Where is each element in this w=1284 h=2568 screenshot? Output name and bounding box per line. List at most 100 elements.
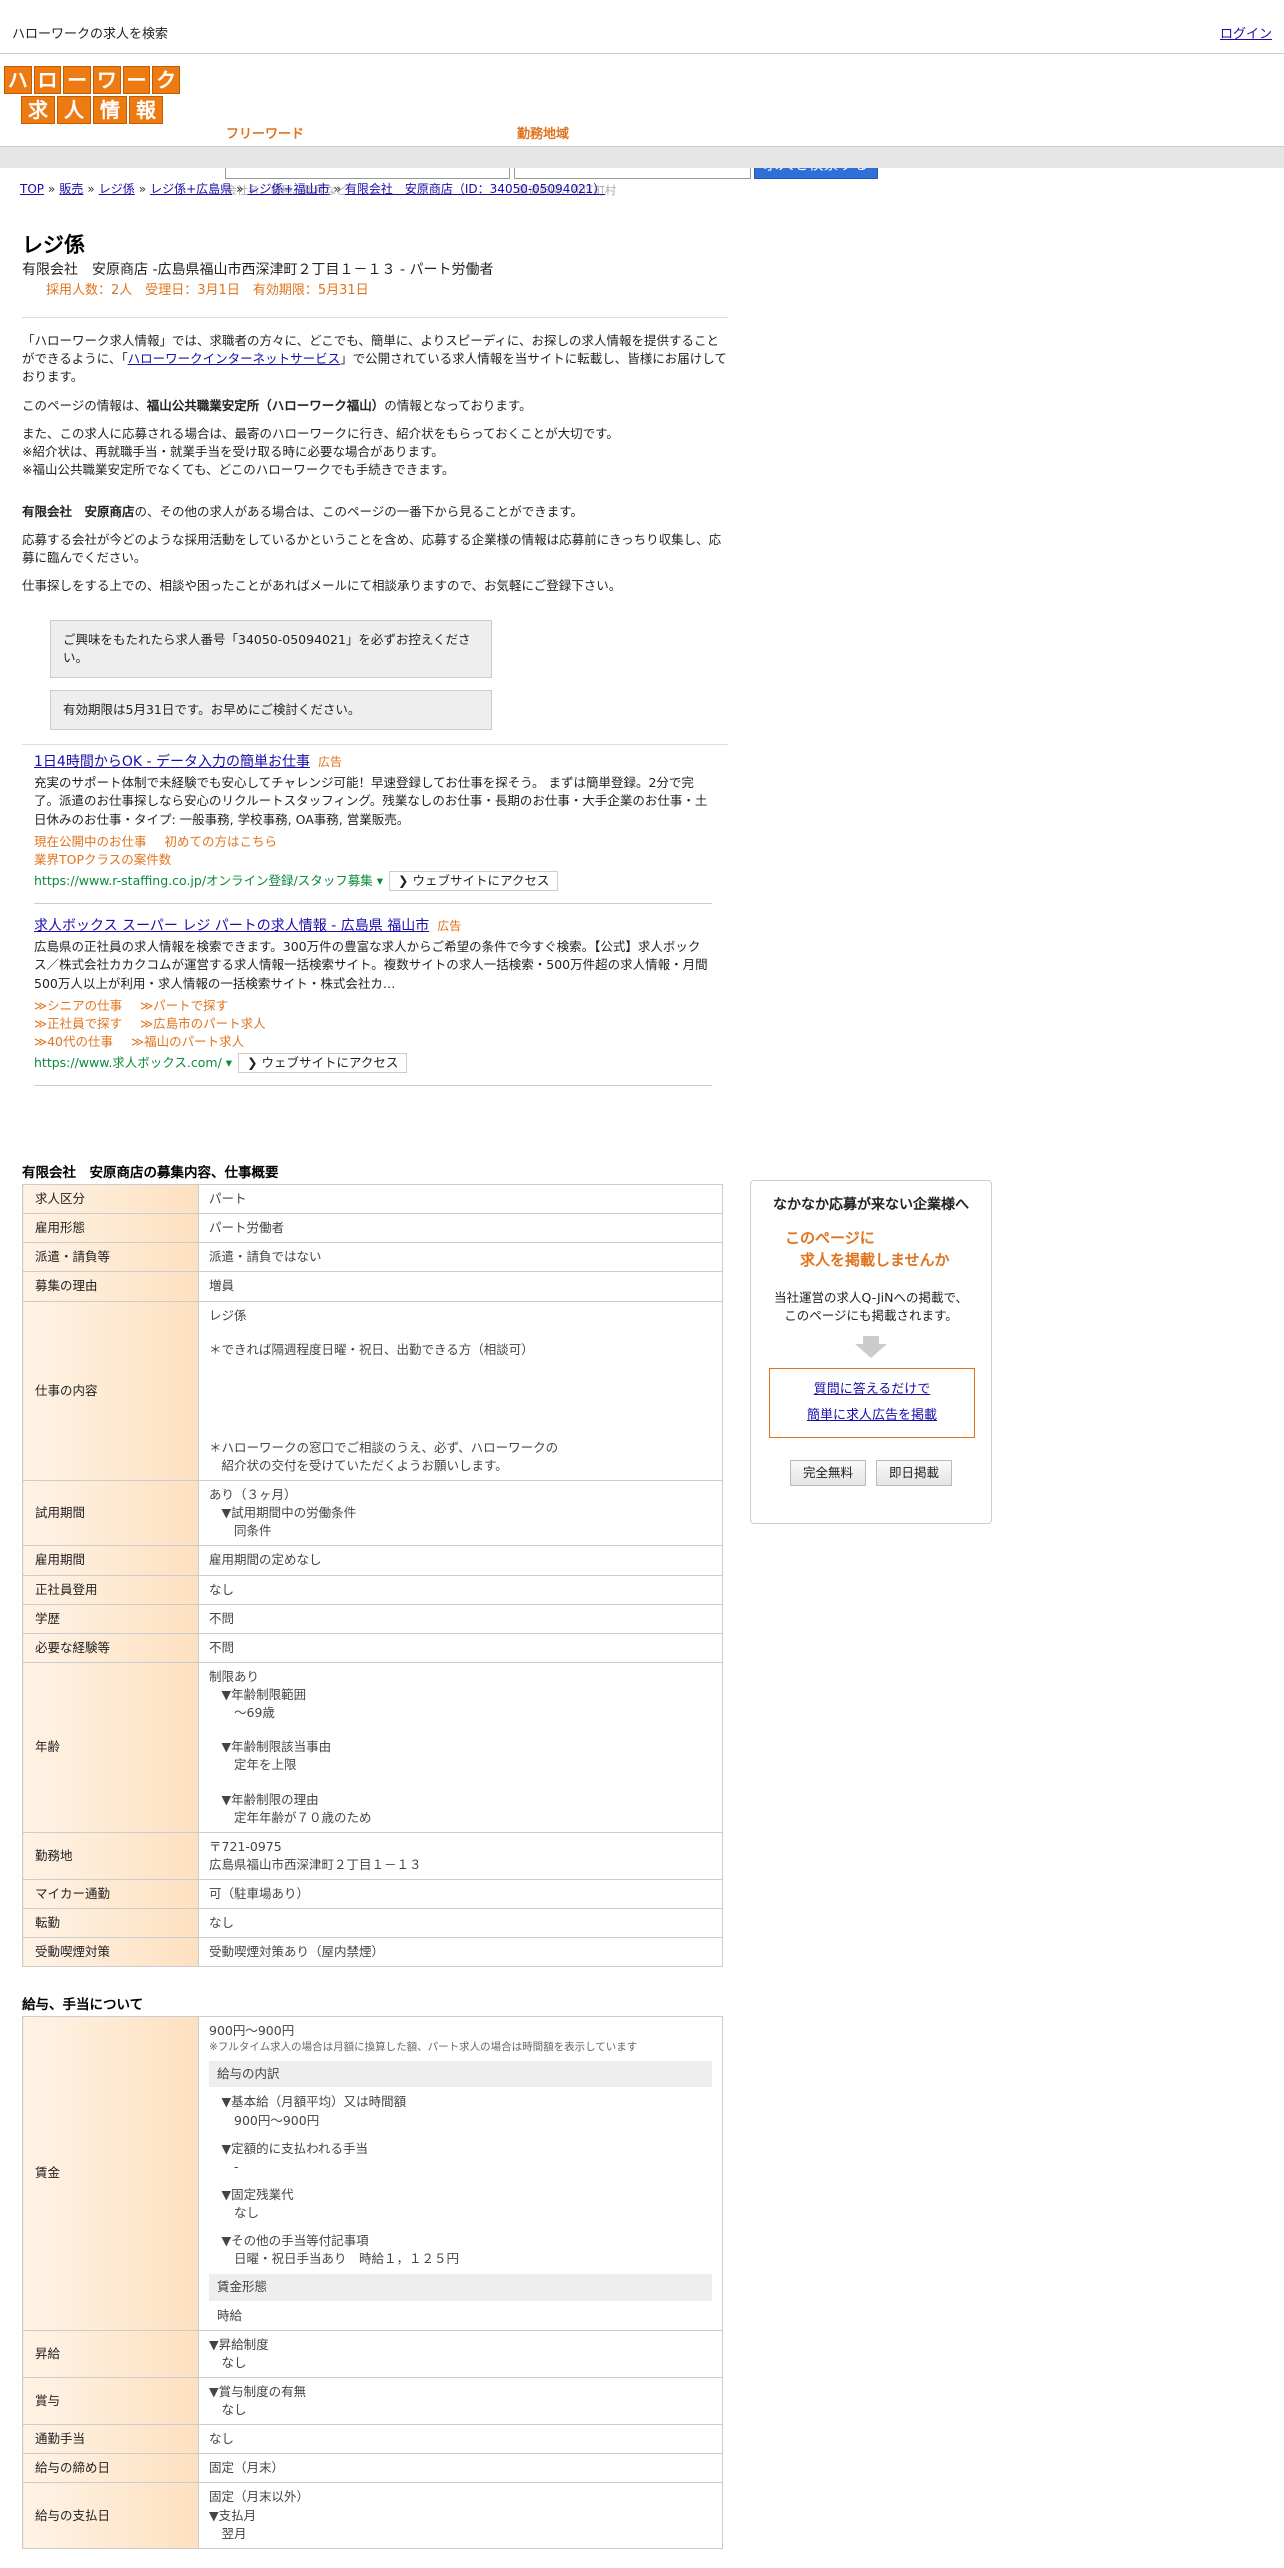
value-line: 〜69歳	[209, 1705, 275, 1721]
job-overview-table: 求人区分 パート 雇用形態 パート労働者 派遣・請負等 派遣・請負ではない 募集の理由 増員仕…	[22, 1183, 723, 1968]
ad-sublink[interactable]: ≫広島市のパート求人	[140, 1016, 266, 1031]
value-line: ▼支払月	[209, 2507, 257, 2523]
value-line: なし	[209, 2402, 247, 2418]
research-paragraph: 応募する会社が今どのような採用活動をしているかということを含め、応募する企業様の…	[22, 532, 722, 566]
value-line: 増員	[209, 1278, 235, 1294]
table-row: 正社員登用 なし	[22, 1574, 723, 1605]
row-value: パート労働者	[198, 1213, 723, 1244]
table-row: 雇用期間 雇用期間の定めなし	[22, 1545, 723, 1576]
row-header: 求人区分	[22, 1183, 199, 1215]
wage-line: ▼その他の手当等付記事項	[209, 2233, 369, 2249]
breadcrumb-link[interactable]: レジ係	[99, 182, 135, 196]
wage-line	[209, 2176, 712, 2186]
same-day-badge-button[interactable]: 即日掲載	[876, 1459, 953, 1486]
breadcrumb-link[interactable]: 有限会社 安原商店（ID：34050-05094021）	[345, 182, 605, 196]
value-line	[209, 1423, 712, 1439]
value-line: 翌月	[209, 2525, 247, 2541]
ad-url[interactable]: https://www.求人ボックス.com/ ▾	[34, 1055, 232, 1070]
ad-badge: 広告	[317, 755, 342, 769]
ad-sublink[interactable]: ≫福山のパート求人	[131, 1034, 244, 1049]
value-line: 広島県福山市西深津町２丁目１－１３	[209, 1856, 422, 1872]
breadcrumb-link[interactable]: 販売	[59, 182, 83, 196]
ad-sublink[interactable]: 現在公開中のお仕事	[34, 834, 147, 849]
login-link[interactable]: ログイン	[1220, 26, 1272, 45]
main-content: レジ係 有限会社 安原商店 -広島県福山市西深津町２丁目１－１３ - パート労働…	[22, 232, 728, 745]
row-value: 制限あり ▼年齢制限範囲 〜69歳 ▼年齢制限該当事由 定年を上限 ▼年齢制限の…	[198, 1661, 723, 1833]
wage-amount: 900円〜900円	[209, 2023, 295, 2038]
ad-title-line: 1日4時間からOK - データ入力の簡単お仕事 広告	[34, 752, 712, 772]
ad-sublink-row: 業界TOPクラスの案件数	[34, 851, 712, 869]
row-value: 受動喫煙対策あり（屋内禁煙）	[198, 1937, 723, 1968]
row-value: パート	[198, 1183, 723, 1215]
value-line: ▼年齢制限の理由	[209, 1791, 319, 1807]
breadcrumb-link[interactable]: レジ係+広島県	[150, 182, 232, 196]
sidebar-link-post[interactable]: 簡単に求人広告を掲載	[807, 1408, 937, 1423]
ad-url[interactable]: https://www.r-staffing.co.jp/オンライン登録/スタッ…	[34, 873, 383, 888]
ad-sublink[interactable]: 業界TOPクラスの案件数	[34, 852, 171, 867]
wage-note: ※フルタイム求人の場合は月額に換算した額、パート求人の場合は時間額を表示していま…	[209, 2041, 638, 2054]
wage-line: ▼基本給（月額平均）又は時間額	[209, 2094, 407, 2110]
row-value: あり（３ヶ月） ▼試用期間中の労働条件 同条件	[198, 1479, 723, 1547]
value-line: なし	[209, 2431, 235, 2447]
row-value: 増員	[198, 1271, 723, 1302]
value-line	[209, 1359, 712, 1375]
value-line: ▼試用期間中の労働条件	[209, 1505, 357, 1521]
job-number-notice: ご興味をもたれたら求人番号「34050-05094021」を必ずお控えください。	[50, 619, 492, 678]
ad-sublink[interactable]: 初めての方はこちら	[165, 834, 278, 849]
value-line: 不問	[209, 1639, 235, 1655]
table-row: 試用期間 あり（３ヶ月） ▼試用期間中の労働条件 同条件	[22, 1479, 723, 1547]
free-badge-button[interactable]: 完全無料	[789, 1459, 866, 1486]
breadcrumb-link[interactable]: レジ係+福山市	[247, 182, 329, 196]
table-row: 年齢 制限あり ▼年齢制限範囲 〜69歳 ▼年齢制限該当事由 定年を上限 ▼年齢制…	[22, 1661, 723, 1833]
site-title: ハローワークの求人を検索	[12, 27, 169, 42]
visit-website-button[interactable]: ❯ ウェブサイトにアクセス	[389, 870, 559, 892]
logo-char: 情	[93, 96, 127, 124]
hellowork-internet-link[interactable]: ハローワークインターネットサービス	[128, 351, 341, 366]
value-line: あり（３ヶ月）	[209, 1487, 297, 1502]
ad-sublink[interactable]: ≫40代の仕事	[34, 1034, 113, 1049]
table-row: 転勤 なし	[22, 1908, 723, 1939]
logo-char: 求	[21, 96, 55, 124]
breadcrumb-separator: »	[333, 182, 341, 196]
row-header: 給与の支払日	[22, 2482, 199, 2549]
value-line: 雇用期間の定めなし	[209, 1552, 322, 1568]
table-row: 必要な経験等 不問	[22, 1632, 723, 1663]
hellowork-logo[interactable]: ハローワーク 求人情報	[3, 66, 181, 124]
row-value: 派遣・請負ではない	[198, 1242, 723, 1273]
row-header: 昇給	[22, 2329, 199, 2378]
row-header: 受動喫煙対策	[22, 1937, 199, 1968]
row-header: 雇用形態	[22, 1213, 199, 1244]
table-row: マイカー通勤 可（駐車場あり）	[22, 1878, 723, 1910]
row-header: 年齢	[22, 1661, 199, 1833]
value-line: 固定（月末以外）	[209, 2489, 310, 2505]
area-label: 勤務地域	[517, 127, 570, 142]
ad-sublink[interactable]: ≫パートで探す	[140, 998, 228, 1013]
ad-title-link[interactable]: 求人ボックス スーパー レジ パートの求人情報 - 広島県 福山市	[34, 918, 429, 934]
wage-line: 900円〜900円	[209, 2112, 320, 2128]
ad-sublink[interactable]: ≫正社員で探す	[34, 1016, 122, 1031]
row-header: 正社員登用	[22, 1574, 199, 1605]
ad-title-link[interactable]: 1日4時間からOK - データ入力の簡単お仕事	[34, 754, 310, 770]
value-line: パート労働者	[209, 1220, 285, 1236]
logo-char: 人	[57, 96, 91, 124]
breadcrumb-link[interactable]: TOP	[20, 182, 44, 196]
value-line	[209, 1407, 712, 1423]
row-header: 学歴	[22, 1603, 199, 1634]
divider	[22, 743, 728, 745]
value-line	[209, 1775, 712, 1791]
value-line: ＊できれば隔週程度日曜・祝日、出勤できる方（相談可）	[209, 1341, 534, 1357]
table-row: 通勤手当 なし	[22, 2424, 723, 2455]
row-value: 900円〜900円 ※フルタイム求人の場合は月額に換算した額、パート求人の場合は…	[198, 2016, 723, 2331]
row-header: 通勤手当	[22, 2424, 199, 2455]
visit-website-button[interactable]: ❯ ウェブサイトにアクセス	[238, 1053, 408, 1074]
wage-line	[209, 2222, 712, 2232]
sidebar-body: 当社運営の求人Q-JiNへの掲載で、 このページにも掲載されます。	[774, 1290, 968, 1324]
value-line: レジ係	[209, 1307, 247, 1323]
row-value: なし	[198, 1574, 723, 1605]
section-title-wage: 給与、手当について	[22, 1997, 144, 2013]
ad-title-line: 求人ボックス スーパー レジ パートの求人情報 - 広島県 福山市 広告	[34, 916, 712, 936]
company-line: 有限会社 安原商店 -広島県福山市西深津町２丁目１－１３ - パート労働者	[22, 262, 494, 278]
row-header: 必要な経験等	[22, 1632, 199, 1663]
sidebar-link-question[interactable]: 質問に答えるだけで	[814, 1382, 931, 1397]
ad-sublink[interactable]: ≫シニアの仕事	[34, 998, 122, 1013]
